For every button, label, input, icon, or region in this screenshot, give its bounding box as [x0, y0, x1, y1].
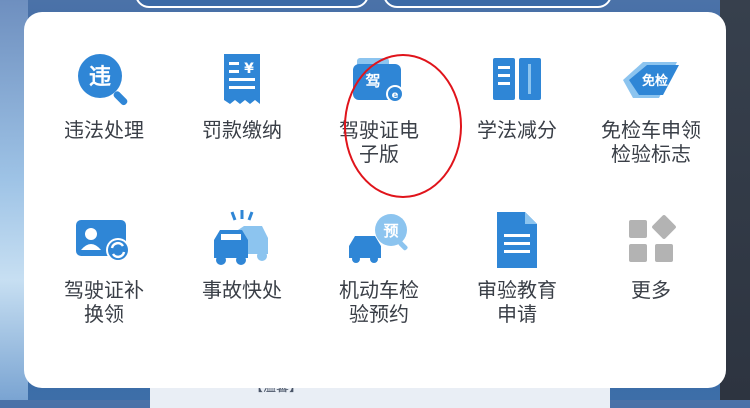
tile-label: 审验教育 申请 — [477, 278, 557, 326]
tile-study-law-reduce-points[interactable]: 学法减分 — [452, 48, 582, 142]
background-top-button-left — [135, 0, 369, 8]
tile-label: 更多 — [631, 278, 671, 302]
tile-label: 机动车检 验预约 — [339, 278, 419, 326]
tile-electronic-license[interactable]: 驾 e 驾驶证电 子版 — [314, 48, 444, 166]
svg-text:驾: 驾 — [365, 72, 380, 90]
tile-label: 驾驶证补 换领 — [64, 278, 144, 326]
tile-label: 学法减分 — [477, 118, 557, 142]
tile-vehicle-inspection-appointment[interactable]: 预 机动车检 验预约 — [314, 208, 444, 326]
tile-more[interactable]: 更多 — [586, 208, 716, 302]
tile-label: 驾驶证电 子版 — [339, 118, 419, 166]
document-icon — [485, 208, 549, 272]
svg-text:免检: 免检 — [642, 73, 668, 89]
tile-accident-quick-handling[interactable]: 事故快处 — [177, 208, 307, 302]
background-top-button-right — [383, 0, 612, 8]
tile-label: 事故快处 — [202, 278, 282, 302]
tile-review-education-application[interactable]: 审验教育 申请 — [452, 208, 582, 326]
svg-text:e: e — [392, 90, 399, 101]
tile-violation-handling[interactable]: 违 违法处理 — [39, 48, 169, 142]
tile-license-renewal[interactable]: 驾驶证补 换领 — [39, 208, 169, 326]
tile-label: 违法处理 — [64, 118, 144, 142]
svg-text:违: 违 — [89, 64, 111, 90]
vehicle-appointment-icon: 预 — [347, 208, 411, 272]
tile-exempt-inspection-sign[interactable]: 免检 免检车申领 检验标志 — [586, 48, 716, 166]
more-grid-icon — [619, 208, 683, 272]
e-license-card-icon: 驾 e — [347, 48, 411, 112]
fine-receipt-icon: ¥ — [210, 48, 274, 112]
inspection-exempt-badge-icon: 免检 — [619, 48, 683, 112]
tile-label: 免检车申领 检验标志 — [601, 118, 701, 166]
license-renew-icon — [72, 208, 136, 272]
services-panel: 违 违法处理 ¥ 罚款缴纳 驾 e 驾驶证电 子版 学法减分 免检 免检车申领 … — [24, 12, 726, 388]
open-book-icon — [485, 48, 549, 112]
svg-text:预: 预 — [383, 222, 398, 240]
tile-label: 罚款缴纳 — [202, 118, 282, 142]
svg-text:¥: ¥ — [244, 61, 254, 77]
car-accident-icon — [210, 208, 274, 272]
tile-fine-payment[interactable]: ¥ 罚款缴纳 — [177, 48, 307, 142]
violation-search-icon: 违 — [72, 48, 136, 112]
